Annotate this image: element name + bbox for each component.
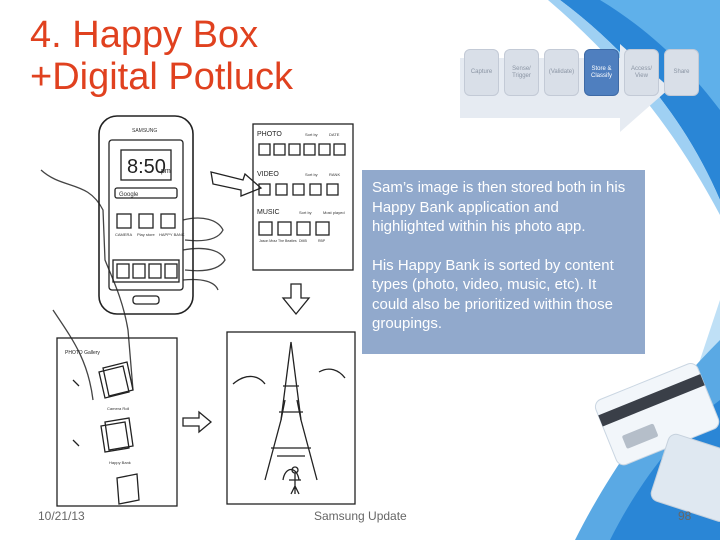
storyboard-sketch: SAMSUNG 8:50 pm Google CAMERA Play store… — [33, 100, 360, 508]
gallery-title: PHOTO Gallery — [65, 350, 100, 356]
footer-page-number: 98 — [678, 509, 692, 523]
section-video: VIDEO — [257, 171, 279, 178]
sketch-arrow-3 — [182, 410, 213, 434]
gallery-label-camera-roll: Camera Roll — [107, 406, 129, 411]
music-label-beatles: The Beatles — [278, 239, 297, 243]
footer-date: 10/21/13 — [38, 509, 85, 523]
title-line-2: +Digital Potluck — [30, 56, 293, 98]
callout-paragraph-1: Sam’s image is then stored both in his H… — [372, 179, 626, 235]
process-flow: Capture Sense/ Trigger (Validate) Store & C… — [460, 44, 706, 134]
title-line-1: 4. Happy Box — [30, 14, 259, 56]
phone-app-label-happy-bank: HAPPY BANK — [159, 232, 185, 237]
process-step-sense-trigger: Sense/ Trigger — [504, 49, 539, 96]
slide-title: 4. Happy Box +Digital Potluck — [30, 14, 293, 98]
sort-value-rank: RANK — [329, 172, 340, 177]
slide: 4. Happy Box +Digital Potluck Capture Sen… — [0, 0, 720, 540]
phone-sketch: SAMSUNG 8:50 pm Google CAMERA Play store… — [98, 115, 194, 315]
sort-label-2: Sort by — [305, 172, 318, 177]
phone-search-label: Google — [119, 192, 139, 198]
phone-time-suffix: pm — [161, 168, 171, 175]
music-label-rbp: RBP — [318, 239, 326, 243]
sort-label-1: Sort by — [305, 132, 318, 137]
process-step-validate: (Validate) — [544, 49, 579, 96]
eiffel-tower-picture-sketch — [226, 331, 356, 505]
happy-bank-screen-sketch: PHOTO Sort by DATE VIDEO Sort by RANK MU… — [252, 123, 354, 271]
phone-app-label-camera: CAMERA — [115, 232, 132, 237]
phone-app-label-play: Play store — [137, 232, 156, 237]
hand-outline — [40, 169, 134, 401]
music-label-dmb: DMB — [299, 239, 307, 243]
phone-brand-label: SAMSUNG — [132, 128, 157, 134]
description-callout: Sam’s image is then stored both in his H… — [362, 170, 645, 354]
photo-gallery-screen-sketch: PHOTO Gallery Camera Roll Happy Bank — [56, 337, 178, 507]
footer-title: Samsung Update — [314, 509, 407, 523]
process-step-share: Share — [664, 49, 699, 96]
sketch-arrow-2 — [281, 283, 311, 316]
section-music: MUSIC — [257, 209, 280, 216]
sort-label-3: Sort by — [299, 210, 312, 215]
process-step-store-classify: Store & Classify — [584, 49, 619, 96]
music-label-jason: Jason Mraz — [259, 239, 277, 243]
process-step-capture: Capture — [464, 49, 499, 96]
callout-paragraph-2: His Happy Bank is sorted by content type… — [372, 256, 614, 333]
process-step-access-view: Access/ View — [624, 49, 659, 96]
sort-value-most-played: Most played — [323, 210, 345, 215]
section-photo: PHOTO — [257, 131, 282, 138]
sort-value-date: DATE — [329, 132, 340, 137]
gallery-label-happy-bank: Happy Bank — [109, 460, 131, 465]
